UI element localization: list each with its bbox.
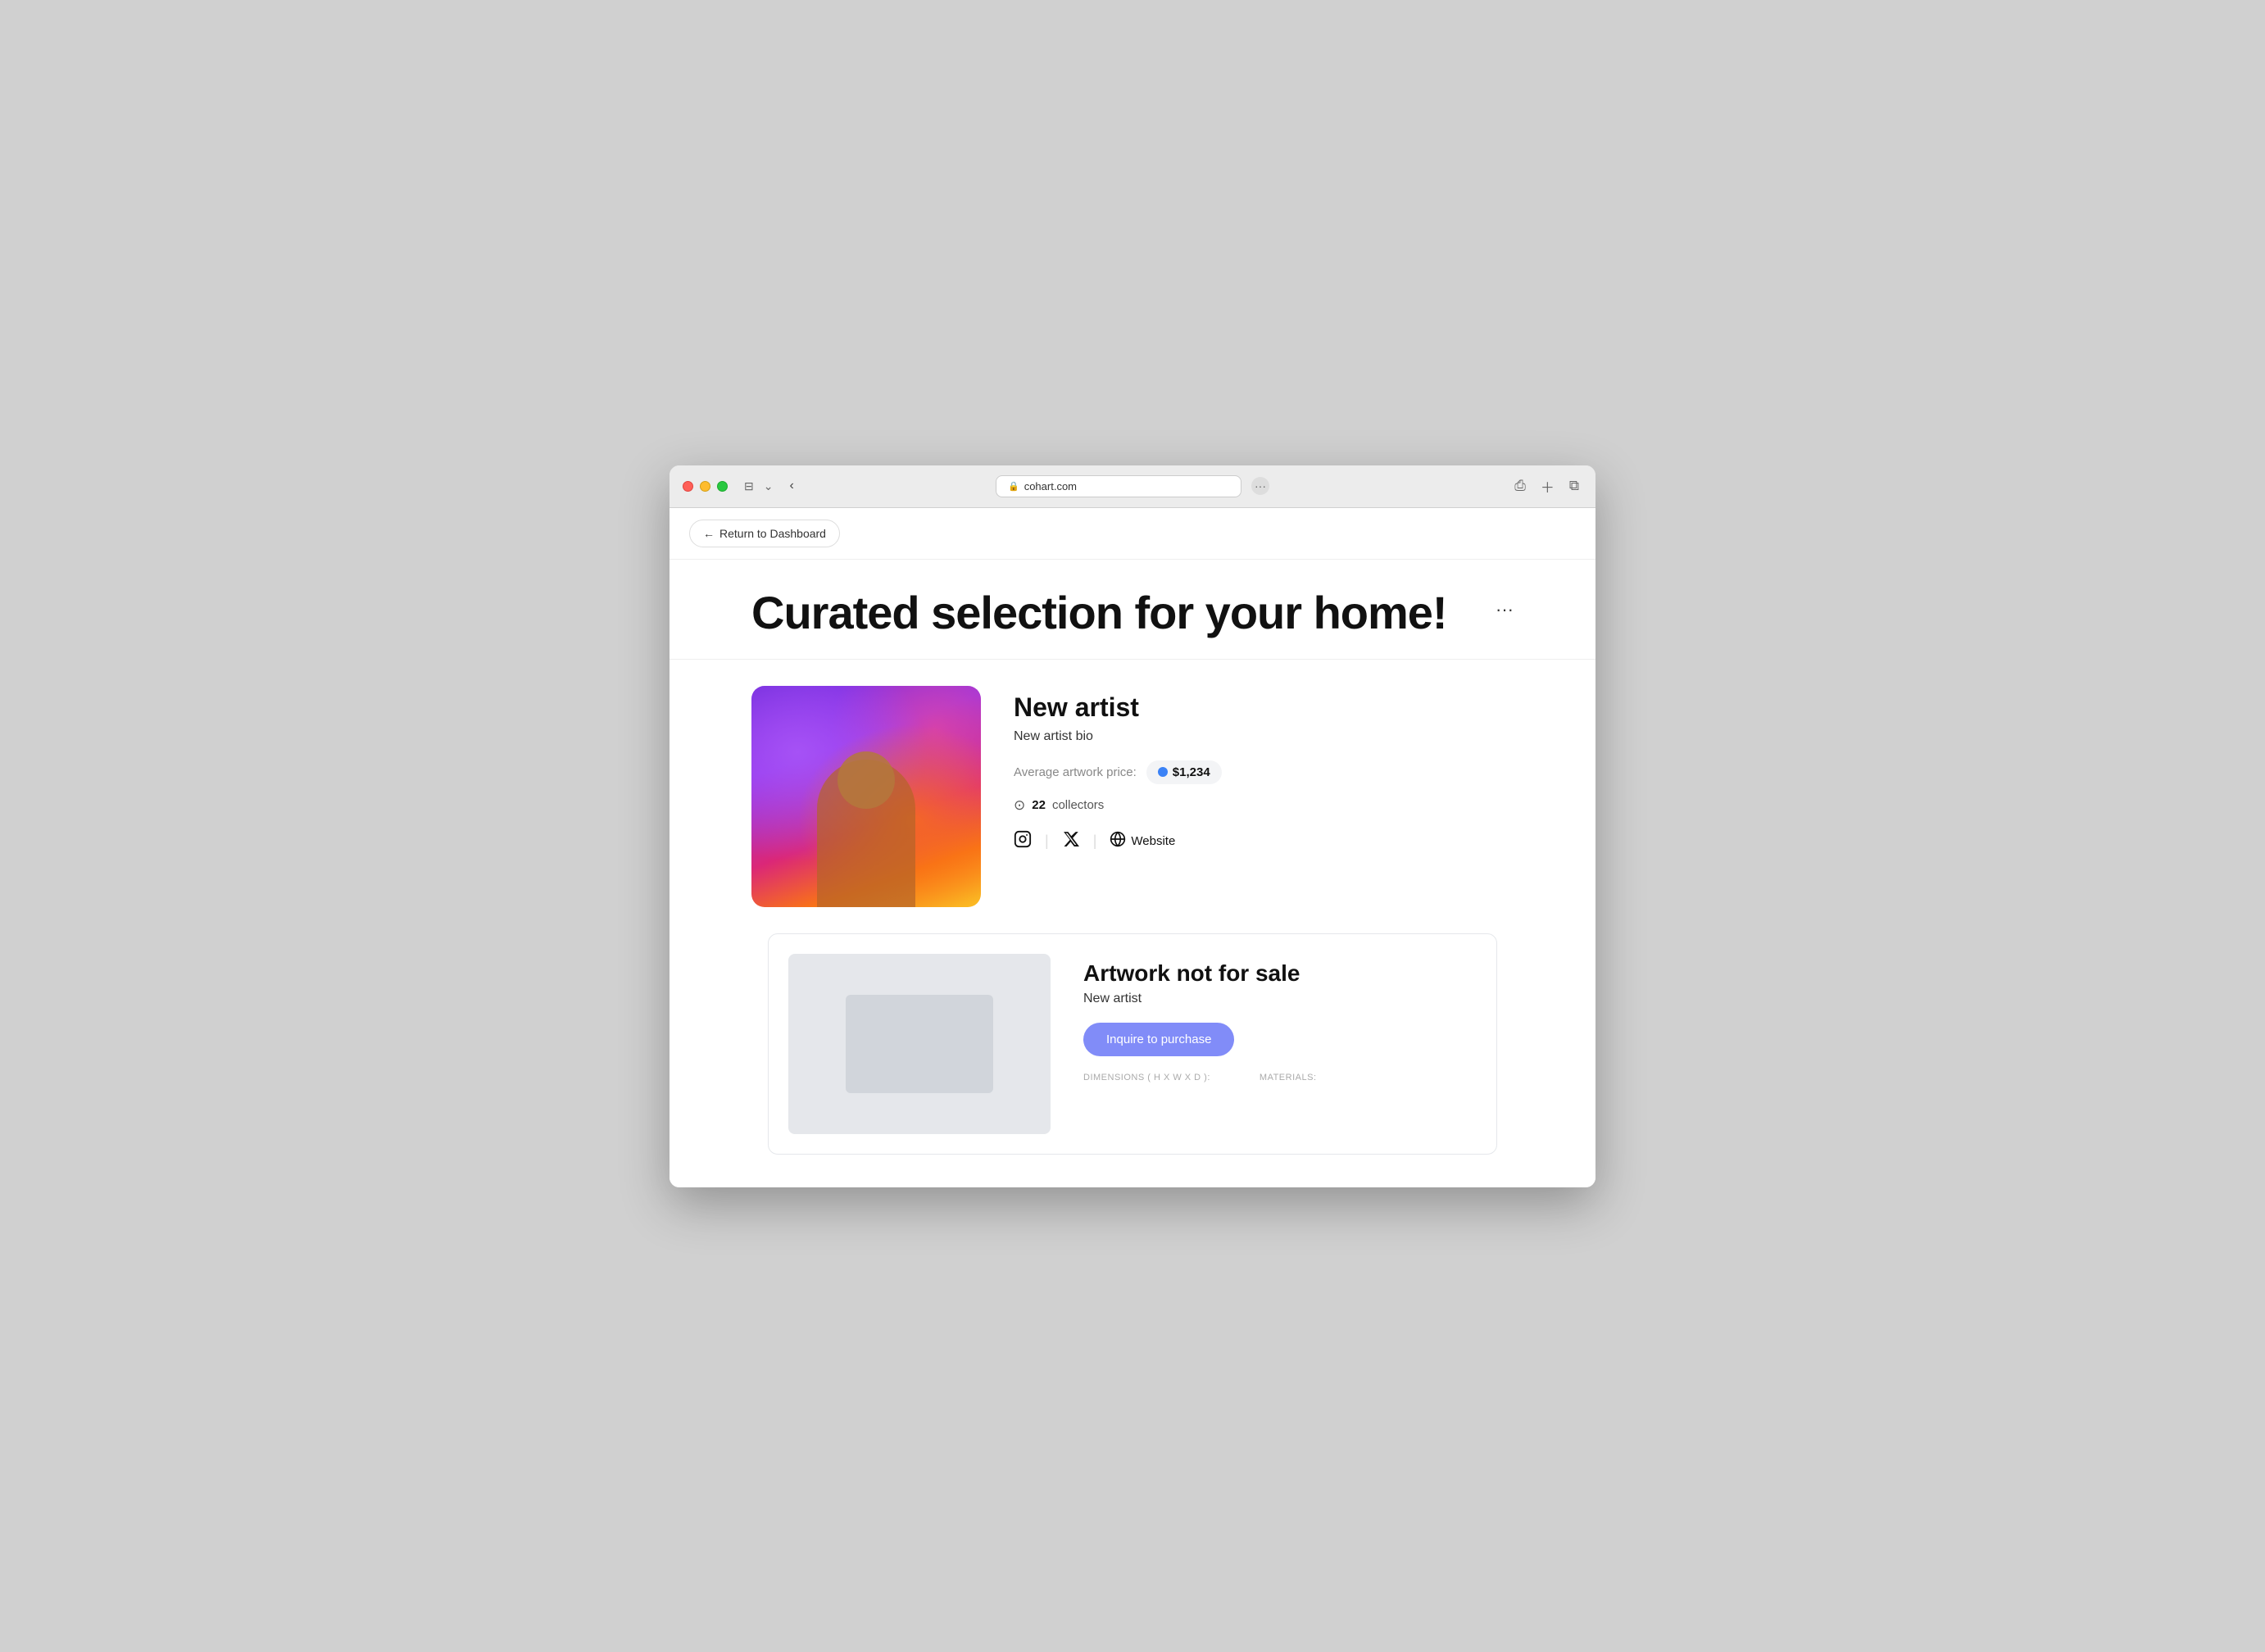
url-text: cohart.com [1024, 480, 1077, 492]
artist-image-inner [751, 686, 981, 907]
artist-info: New artist New artist bio Average artwor… [1014, 686, 1514, 853]
maximize-button[interactable] [717, 481, 728, 492]
traffic-lights [683, 481, 728, 492]
tabs-icon[interactable]: ⧉ [1566, 474, 1582, 497]
social-divider: | [1045, 833, 1049, 850]
artwork-image [788, 954, 1051, 1134]
lock-icon: 🔒 [1008, 481, 1019, 492]
title-bar-actions: ⎙ ＋ ⧉ [1511, 473, 1582, 500]
website-label: Website [1131, 834, 1175, 848]
collectors-icon: ⊙ [1014, 797, 1025, 814]
artwork-artist-name: New artist [1083, 992, 1477, 1006]
page-content: ← Return to Dashboard Curated selection … [670, 508, 1595, 1187]
collectors-row: ⊙ 22 collectors [1014, 797, 1514, 814]
price-value: $1,234 [1173, 765, 1210, 779]
dimensions-label: DIMENSIONS ( H X W X D ): [1083, 1073, 1210, 1082]
back-button-label: Return to Dashboard [719, 527, 826, 540]
url-input[interactable]: 🔒 cohart.com [996, 475, 1241, 497]
price-row: Average artwork price: $1,234 [1014, 760, 1514, 784]
artwork-info: Artwork not for sale New artist Inquire … [1083, 954, 1477, 1134]
artist-section: New artist New artist bio Average artwor… [670, 660, 1595, 933]
return-to-dashboard-button[interactable]: ← Return to Dashboard [689, 520, 840, 547]
chevron-down-icon: ⌄ [760, 476, 777, 497]
artwork-placeholder [846, 995, 993, 1093]
url-more-button[interactable]: ··· [1251, 477, 1269, 495]
back-nav-icon[interactable]: ‹ [786, 475, 797, 497]
instagram-icon[interactable] [1014, 830, 1032, 853]
hero-more-icon[interactable]: ··· [1496, 599, 1514, 620]
price-dot-icon [1158, 767, 1168, 777]
ellipsis-icon: ··· [1255, 479, 1266, 492]
sidebar-icon: ⊟ [741, 476, 757, 497]
artwork-title: Artwork not for sale [1083, 960, 1477, 987]
social-row: | | [1014, 830, 1514, 853]
minimize-button[interactable] [700, 481, 710, 492]
hero-section: Curated selection for your home! ··· [670, 560, 1595, 660]
title-bar: ⊟ ⌄ ‹ 🔒 cohart.com ··· ⎙ ＋ ⧉ [670, 465, 1595, 508]
website-link[interactable]: Website [1110, 831, 1175, 851]
artist-bio: New artist bio [1014, 729, 1514, 744]
price-badge: $1,234 [1146, 760, 1222, 784]
collectors-label: collectors [1052, 798, 1104, 812]
twitter-icon[interactable] [1062, 830, 1080, 853]
social-divider-2: | [1093, 833, 1097, 850]
artwork-card: Artwork not for sale New artist Inquire … [768, 933, 1497, 1155]
back-arrow-icon: ← [703, 527, 715, 540]
artist-image [751, 686, 981, 907]
new-tab-icon[interactable]: ＋ [1537, 473, 1558, 500]
materials-column: MATERIALS: [1260, 1073, 1317, 1086]
price-label: Average artwork price: [1014, 765, 1137, 779]
browser-window: ⊟ ⌄ ‹ 🔒 cohart.com ··· ⎙ ＋ ⧉ [670, 465, 1595, 1187]
nav-bar: ← Return to Dashboard [670, 508, 1595, 560]
inquire-button[interactable]: Inquire to purchase [1083, 1023, 1234, 1056]
artist-photo [751, 686, 981, 907]
dimensions-row: DIMENSIONS ( H X W X D ): MATERIALS: [1083, 1073, 1477, 1086]
artist-name: New artist [1014, 692, 1514, 723]
materials-label: MATERIALS: [1260, 1073, 1317, 1082]
page-title: Curated selection for your home! [751, 586, 1447, 639]
url-bar: 🔒 cohart.com ··· [996, 475, 1269, 497]
close-button[interactable] [683, 481, 693, 492]
share-icon[interactable]: ⎙ [1511, 474, 1529, 497]
collectors-count: 22 [1032, 798, 1046, 812]
sidebar-toggle[interactable]: ⊟ ⌄ [741, 476, 776, 497]
dimensions-column: DIMENSIONS ( H X W X D ): [1083, 1073, 1210, 1086]
artwork-section-wrapper: Artwork not for sale New artist Inquire … [670, 933, 1595, 1187]
globe-icon [1110, 831, 1126, 851]
